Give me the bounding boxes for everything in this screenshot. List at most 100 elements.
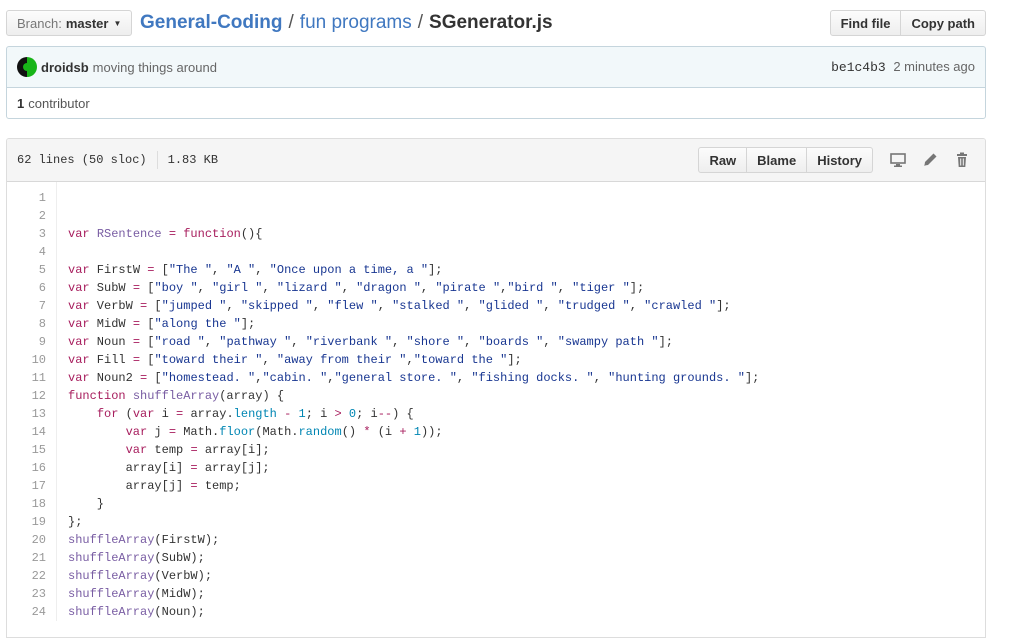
file-nav-actions: Find file Copy path (829, 10, 986, 36)
line-number[interactable]: 18 (7, 495, 57, 513)
line-code: array[j] = temp; (68, 479, 241, 493)
line-code: var Noun = ["road ", "pathway ", "riverb… (68, 335, 673, 349)
line-code: shuffleArray(FirstW); (68, 533, 220, 547)
line-code: shuffleArray(MidW); (68, 587, 205, 601)
code-line: 20 shuffleArray(FirstW); (7, 531, 985, 549)
trash-icon[interactable] (949, 147, 975, 173)
line-number[interactable]: 24 (7, 603, 57, 621)
line-number[interactable]: 8 (7, 315, 57, 333)
code-line: 14 var j = Math.floor(Math.random() * (i… (7, 423, 985, 441)
line-code: var Noun2 = ["homestead. ","cabin. ","ge… (68, 371, 760, 385)
line-number[interactable]: 19 (7, 513, 57, 531)
line-number[interactable]: 22 (7, 567, 57, 585)
code-line: 10 var Fill = ["toward their ", "away fro… (7, 351, 985, 369)
code-rows: 1 2 3 var RSentence = function(){4 5 var Firs… (7, 189, 985, 621)
contributors-label: contributor (28, 95, 90, 111)
file-viewer: 62 lines (50 sloc) 1.83 KB Raw Blame His… (6, 138, 986, 638)
line-code: }; (68, 515, 83, 529)
line-number[interactable]: 10 (7, 351, 57, 369)
code-line: 19}; (7, 513, 985, 531)
line-code: var temp = array[i]; (125, 443, 270, 457)
line-number[interactable]: 11 (7, 369, 57, 387)
line-number[interactable]: 9 (7, 333, 57, 351)
copy-path-button[interactable]: Copy path (901, 10, 986, 36)
commit-message-link[interactable]: moving things around (93, 60, 217, 75)
line-code: array[i] = array[j]; (68, 461, 270, 475)
commit-time: 2 minutes ago (893, 59, 975, 74)
code-padding (7, 182, 985, 189)
line-number[interactable]: 4 (7, 243, 57, 261)
avatar[interactable] (17, 57, 37, 77)
commit-meta: be1c4b3 2 minutes ago (831, 59, 975, 75)
code-line: 9 var Noun = ["road ", "pathway ", "river… (7, 333, 985, 351)
file-size: 1.83 KB (167, 153, 219, 167)
line-code: var FirstW = ["The ", "A ", "Once upon a… (68, 263, 443, 277)
blame-button[interactable]: Blame (747, 147, 808, 173)
code-line: 4 (7, 243, 985, 261)
line-number[interactable]: 13 (7, 405, 57, 423)
pencil-icon[interactable] (917, 147, 943, 173)
code-line: 24 shuffleArray(Noun); (7, 603, 985, 621)
line-number[interactable]: 3 (7, 225, 57, 243)
code-line: 5 var FirstW = ["The ", "A ", "Once upon … (7, 261, 985, 279)
line-code: } (68, 497, 105, 511)
code-line: 7 var VerbW = ["jumped ", "skipped ", "fl… (7, 297, 985, 315)
file-info-divider (156, 151, 158, 169)
code-line: 22 shuffleArray(VerbW); (7, 567, 985, 585)
line-number[interactable]: 16 (7, 459, 57, 477)
breadcrumb-separator: / (288, 12, 294, 33)
branch-select-button[interactable]: Branch: master ▼ (6, 10, 133, 36)
line-code (57, 207, 68, 225)
line-code (57, 243, 68, 261)
breadcrumb-separator: / (417, 12, 424, 33)
line-code: for (var i = array.length - 1; i > 0; i-… (96, 407, 414, 421)
contributors-summary[interactable]: 1 contributor (6, 87, 986, 119)
code-listing: 1 2 3 var RSentence = function(){4 5 var Firs… (7, 182, 985, 621)
gutter-padding (7, 182, 57, 189)
line-number[interactable]: 15 (7, 441, 57, 459)
line-code (57, 189, 68, 207)
line-number[interactable]: 2 (7, 207, 57, 225)
caret-down-icon: ▼ (113, 18, 122, 28)
branch-label: Branch: (17, 15, 62, 31)
line-number[interactable]: 21 (7, 549, 57, 567)
desktop-icon[interactable] (885, 147, 911, 173)
line-number[interactable]: 23 (7, 585, 57, 603)
breadcrumb-repo-link[interactable]: General-Coding (140, 12, 283, 33)
code-line: 2 (7, 207, 985, 225)
line-number[interactable]: 20 (7, 531, 57, 549)
history-button[interactable]: History (807, 147, 873, 173)
commit-sha-link[interactable]: be1c4b3 (831, 60, 886, 75)
find-file-button[interactable]: Find file (829, 10, 902, 36)
line-code: var MidW = ["along the "]; (68, 317, 256, 331)
line-number[interactable]: 12 (7, 387, 57, 405)
line-number[interactable]: 17 (7, 477, 57, 495)
commit-author-link[interactable]: droidsb (41, 60, 89, 75)
line-code: var j = Math.floor(Math.random() * (i + … (125, 425, 443, 439)
line-code: var Fill = ["toward their ", "away from … (68, 353, 522, 367)
breadcrumb-dir-link[interactable]: fun programs (300, 12, 412, 33)
code-line: 15 var temp = array[i]; (7, 441, 985, 459)
file-lines-info: 62 lines (50 sloc) (17, 153, 147, 167)
line-code: shuffleArray(VerbW); (68, 569, 213, 583)
line-number[interactable]: 5 (7, 261, 57, 279)
file-header: 62 lines (50 sloc) 1.83 KB Raw Blame His… (7, 139, 985, 182)
code-line: 1 (7, 189, 985, 207)
breadcrumb-file-name: SGenerator.js (429, 12, 553, 33)
commit-tease: droidsb moving things around be1c4b3 2 m… (6, 46, 986, 87)
breadcrumb: General-Coding / fun programs / SGenerator.j… (140, 11, 553, 35)
raw-button[interactable]: Raw (698, 147, 748, 173)
contributors-count: 1 (17, 95, 25, 111)
code-line: 8 var MidW = ["along the "]; (7, 315, 985, 333)
line-number[interactable]: 6 (7, 279, 57, 297)
code-line: 6 var SubW = ["boy ", "girl ", "lizard ",… (7, 279, 985, 297)
line-code: shuffleArray(Noun); (68, 605, 205, 619)
line-code: var SubW = ["boy ", "girl ", "lizard ", … (68, 281, 645, 295)
code-line: 23 shuffleArray(MidW); (7, 585, 985, 603)
line-number[interactable]: 1 (7, 189, 57, 207)
code-line: 21 shuffleArray(SubW); (7, 549, 985, 567)
line-number[interactable]: 14 (7, 423, 57, 441)
code-line: 16 array[i] = array[j]; (7, 459, 985, 477)
line-code: var VerbW = ["jumped ", "skipped ", "fle… (68, 299, 731, 313)
line-number[interactable]: 7 (7, 297, 57, 315)
